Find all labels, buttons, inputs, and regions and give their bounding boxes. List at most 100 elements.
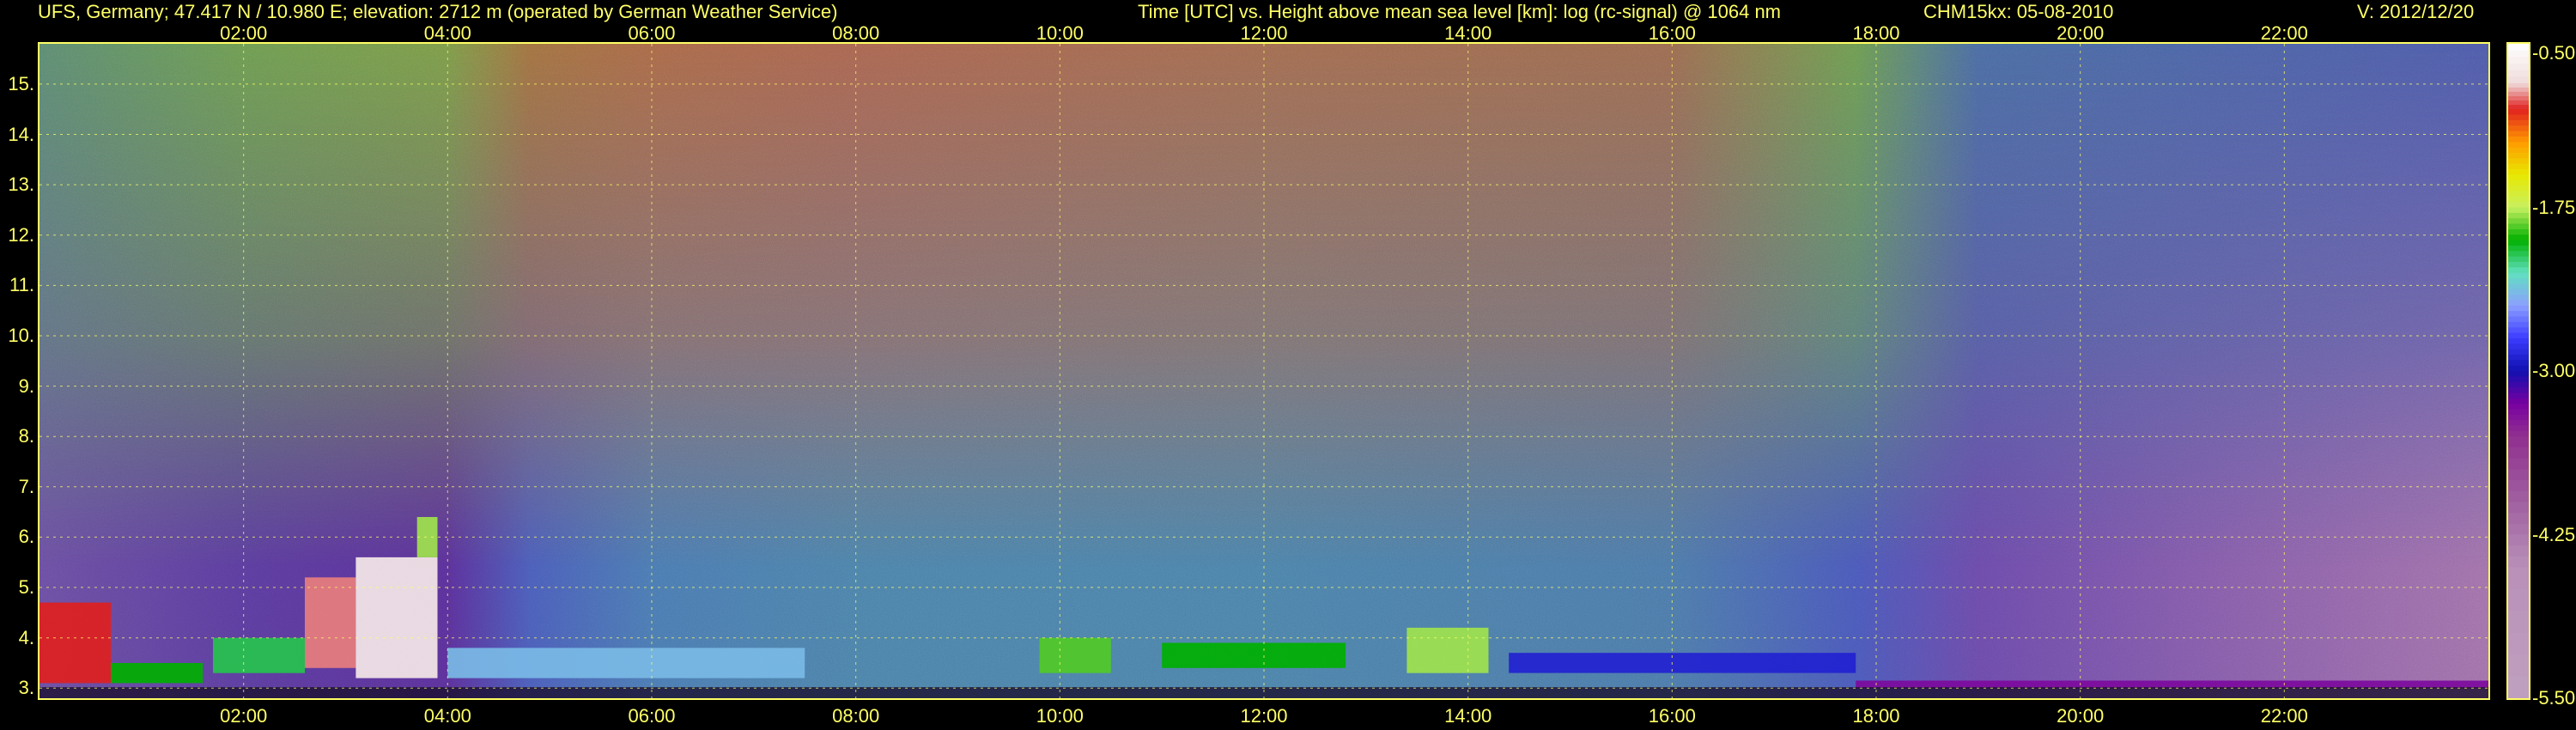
colorbar-segment (2508, 179, 2529, 186)
x-tick-top-1: 04:00 (423, 22, 471, 44)
colorbar-segment (2508, 267, 2529, 274)
y-tick-5: 8. (18, 425, 34, 447)
colorbar-segment (2508, 414, 2529, 421)
colorbar-segment (2508, 234, 2529, 241)
colorbar-segment (2508, 240, 2529, 246)
colorbar-segment (2508, 436, 2529, 448)
colorbar-segment (2508, 289, 2529, 295)
colorbar-segment (2508, 490, 2529, 502)
colorbar-segment (2508, 76, 2529, 84)
colorbar-segment (2508, 381, 2529, 388)
cloud-layer-4 (355, 557, 438, 678)
colorbar-segment (2508, 344, 2529, 350)
header-instrument-date: CHM15kx: 05-08-2010 (1923, 1, 2114, 22)
y-tick-7: 10. (8, 325, 34, 346)
colorbar-segment (2508, 174, 2529, 181)
colorbar-segment (2508, 136, 2529, 143)
colorbar-segment (2508, 458, 2529, 470)
colorbar-segment (2508, 223, 2529, 230)
colorbar-segment (2508, 63, 2529, 70)
colorbar-svg (2508, 44, 2529, 698)
colorbar-segment (2508, 365, 2529, 372)
cloud-layer-5 (416, 517, 438, 557)
x-tick-top-7: 16:00 (1648, 22, 1696, 44)
colorbar-segment (2508, 142, 2529, 149)
colorbar-segment (2508, 228, 2529, 235)
lidar-heatmap-plot (38, 42, 2490, 700)
colorbar-segment (2508, 131, 2529, 137)
colorbar-segment (2508, 147, 2529, 154)
colorbar-segment (2508, 114, 2529, 121)
colorbar-segment (2508, 186, 2529, 192)
colorbar-segment (2508, 44, 2529, 52)
colorbar-segment (2508, 105, 2529, 110)
y-tick-10: 13. (8, 173, 34, 196)
colorbar-segment (2508, 469, 2529, 481)
colorbar-segment (2508, 545, 2529, 557)
colorbar-segment (2508, 283, 2529, 290)
cloud-layer-11 (1856, 680, 2488, 689)
colorbar-segment (2508, 409, 2529, 416)
colorbar-segment (2508, 109, 2529, 116)
colorbar-segment (2508, 87, 2529, 93)
colorbar-segment (2508, 354, 2529, 361)
header-version: V: 2012/12/20 (2357, 1, 2475, 22)
colorbar-segment (2508, 327, 2529, 334)
colorbar (2506, 42, 2530, 700)
colorbar-segment (2508, 95, 2529, 101)
x-tick-bottom-9: 20:00 (2057, 705, 2105, 727)
x-tick-top-3: 08:00 (832, 22, 880, 44)
x-tick-bottom-1: 04:00 (423, 705, 471, 727)
colorbar-segment (2508, 654, 2529, 678)
colorbar-segment (2508, 158, 2529, 165)
cloud-layer-8 (1162, 642, 1346, 668)
x-tick-top-10: 22:00 (2260, 22, 2308, 44)
colorbar-segment (2508, 196, 2529, 203)
colorbar-segment (2508, 163, 2529, 170)
colorbar-segment (2508, 513, 2529, 525)
x-tick-top-6: 14:00 (1444, 22, 1492, 44)
y-tick-6: 9. (18, 374, 34, 397)
colorbar-segment (2508, 91, 2529, 97)
colorbar-segment (2508, 295, 2529, 301)
x-tick-top-9: 20:00 (2057, 22, 2105, 44)
x-tick-bottom-3: 08:00 (832, 705, 880, 727)
colorbar-segment (2508, 349, 2529, 356)
colorbar-segment (2508, 371, 2529, 377)
colorbar-segment (2508, 447, 2529, 459)
y-tick-1: 4. (18, 626, 34, 648)
header-site-info: UFS, Germany; 47.417 N / 10.980 E; eleva… (38, 1, 838, 22)
x-tick-top-2: 06:00 (628, 22, 676, 44)
colorbar-segment (2508, 207, 2529, 214)
colorbar-segment (2508, 589, 2529, 611)
y-tick-0: 3. (18, 677, 34, 699)
cloud-layer-7 (1039, 637, 1111, 673)
colorbar-segment (2508, 316, 2529, 323)
colorbar-segment (2508, 262, 2529, 268)
colorbar-segment (2508, 332, 2529, 339)
y-tick-9: 12. (8, 223, 34, 246)
colorbar-segment (2508, 338, 2529, 344)
colorbar-segment (2508, 70, 2529, 77)
colorbar-segment (2508, 676, 2529, 698)
colorbar-segment (2508, 191, 2529, 198)
x-tick-top-0: 02:00 (220, 22, 268, 44)
colorbar-tick-1: -1.75 (2532, 196, 2576, 218)
colorbar-segment (2508, 430, 2529, 437)
x-tick-bottom-8: 18:00 (1852, 705, 1900, 727)
colorbar-segment (2508, 100, 2529, 106)
colorbar-segment (2508, 387, 2529, 393)
x-tick-bottom-10: 22:00 (2260, 705, 2308, 727)
colorbar-segment (2508, 218, 2529, 225)
colorbar-segment (2508, 256, 2529, 263)
colorbar-segment (2508, 245, 2529, 252)
heatmap-svg (39, 44, 2488, 698)
x-tick-bottom-0: 02:00 (220, 705, 268, 727)
x-tick-bottom-6: 14:00 (1444, 705, 1492, 727)
cloud-layer-1 (111, 663, 204, 684)
colorbar-tick-4: -5.50 (2532, 687, 2576, 709)
colorbar-segment (2508, 202, 2529, 208)
colorbar-segment (2508, 502, 2529, 514)
colorbar-segment (2508, 404, 2529, 410)
colorbar-segment (2508, 425, 2529, 432)
